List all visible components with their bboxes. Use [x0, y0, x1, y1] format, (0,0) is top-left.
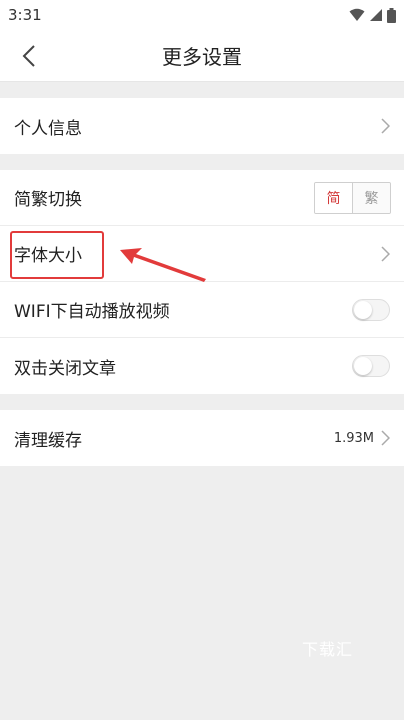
- divider: [0, 154, 404, 170]
- watermark: 下载汇: [302, 640, 354, 659]
- annotation-highlight-box: [10, 231, 104, 279]
- chevron-right-icon: [381, 430, 390, 446]
- simplified-option[interactable]: 简: [315, 182, 353, 213]
- wifi-autoplay-row: WIFI下自动播放视频: [0, 282, 404, 338]
- personal-info-row[interactable]: 个人信息: [0, 98, 404, 154]
- simp-trad-switch: 简 繁: [314, 181, 391, 214]
- divider: [0, 82, 404, 98]
- wifi-autoplay-toggle[interactable]: [352, 298, 390, 321]
- settings-group-storage: 清理缓存 1.93M: [0, 410, 404, 466]
- personal-info-label: 个人信息: [14, 118, 82, 139]
- double-tap-close-label: 双击关闭文章: [14, 358, 116, 379]
- double-tap-close-row: 双击关闭文章: [0, 338, 404, 394]
- chevron-left-icon: [22, 45, 35, 67]
- back-button[interactable]: [14, 30, 44, 82]
- toggle-knob: [354, 357, 372, 375]
- simp-trad-row: 简繁切换 简 繁: [0, 170, 404, 226]
- cache-size: 1.93M: [333, 430, 374, 446]
- clear-cache-label: 清理缓存: [14, 430, 82, 451]
- status-icons: [349, 7, 396, 23]
- chevron-right-icon: [381, 245, 390, 262]
- signal-icon: [370, 9, 382, 21]
- chevron-right-icon: [381, 118, 390, 134]
- status-time: 3:31: [8, 6, 42, 24]
- battery-icon: [387, 7, 396, 23]
- divider: [0, 394, 404, 410]
- wifi-autoplay-label: WIFI下自动播放视频: [14, 302, 170, 322]
- simp-trad-label: 简繁切换: [14, 190, 82, 210]
- settings-group-account: 个人信息: [0, 98, 404, 154]
- clear-cache-row[interactable]: 清理缓存 1.93M: [0, 410, 404, 466]
- page-title: 更多设置: [162, 45, 242, 69]
- wifi-icon: [349, 8, 365, 21]
- header: 更多设置: [0, 30, 404, 82]
- double-tap-close-toggle[interactable]: [352, 355, 390, 377]
- clear-cache-right: 1.93M: [334, 430, 390, 446]
- status-bar: 3:31: [0, 0, 404, 30]
- toggle-knob: [354, 300, 372, 319]
- traditional-option[interactable]: 繁: [353, 182, 390, 213]
- annotation-arrow-icon: [120, 248, 206, 282]
